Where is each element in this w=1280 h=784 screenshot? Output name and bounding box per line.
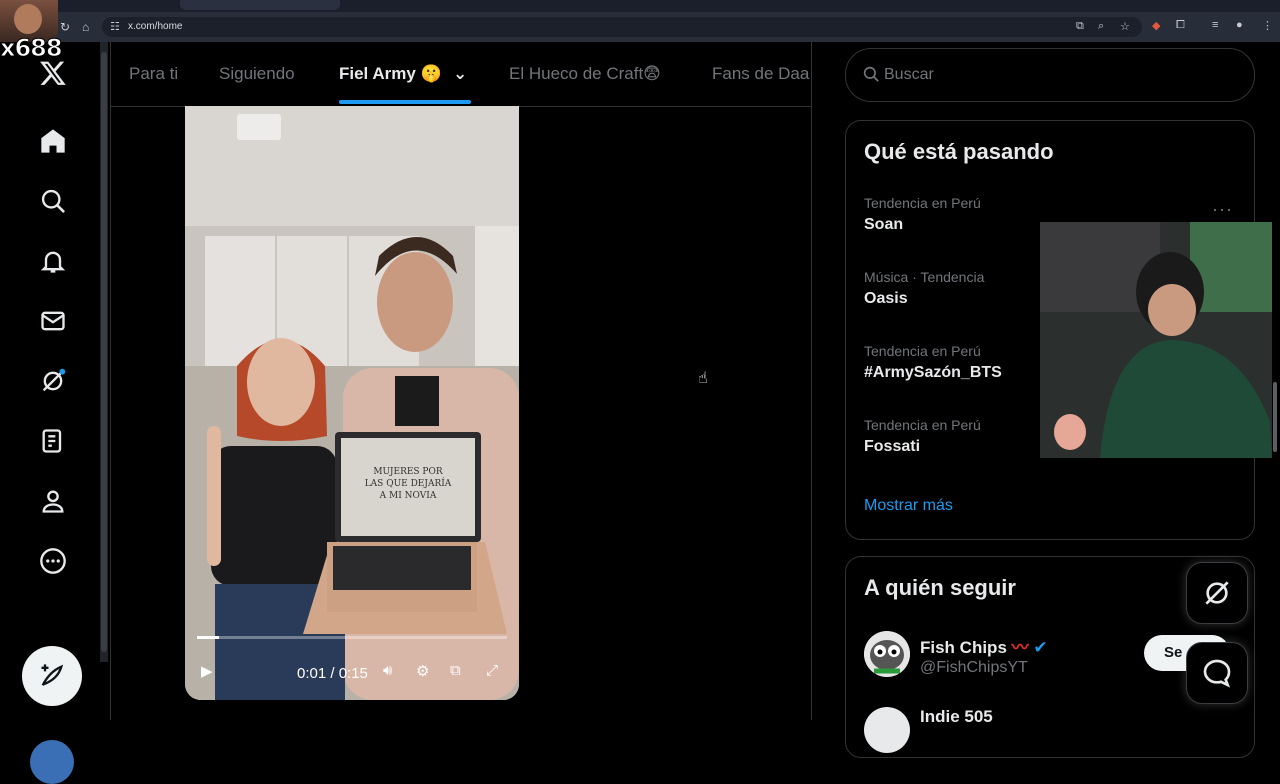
tab-fiel-army[interactable]: Fiel Army 🤫 <box>339 64 442 84</box>
search-icon <box>863 66 879 82</box>
profile-person-icon[interactable] <box>38 486 68 516</box>
chevron-down-icon[interactable]: ⌄ <box>453 64 467 84</box>
account-name[interactable]: Fish Chips 〰 ✔ <box>920 633 1048 658</box>
more-options-icon[interactable] <box>38 546 68 576</box>
browser-tabbar <box>0 0 1280 12</box>
sidebar-scrollbar[interactable] <box>100 42 108 662</box>
picture-in-picture-icon[interactable]: ⧉ <box>450 662 461 679</box>
profile-avatar-icon[interactable]: ● <box>1236 19 1243 31</box>
fullscreen-icon[interactable]: ⤢ <box>486 662 498 679</box>
zoom-icon[interactable]: ⌕ <box>1098 20 1104 33</box>
show-more-link[interactable]: Mostrar más <box>864 497 953 515</box>
chat-bubble-icon <box>1203 659 1231 688</box>
avatar[interactable] <box>864 707 910 753</box>
browser-tab[interactable] <box>180 0 340 10</box>
browser-menu-icon[interactable]: ⋮ <box>1262 19 1273 32</box>
tab-hueco-de-craft[interactable]: El Hueco de Craft😨 <box>509 64 661 84</box>
grok-icon <box>1205 581 1229 605</box>
volume-icon[interactable]: 🔊︎ <box>383 662 392 679</box>
site-info-icon[interactable]: ☷ <box>110 20 120 33</box>
lists-icon[interactable] <box>38 426 68 456</box>
avatar[interactable] <box>864 631 910 677</box>
address-bar: ↻ ⌂ ☷ x.com/home ⧉ ⌕ ☆ ◆ ⧠ ≡ ● ⋮ <box>0 12 1280 42</box>
bookmark-star-icon[interactable]: ☆ <box>1120 20 1130 33</box>
mouse-cursor-icon: ☝ <box>698 370 708 387</box>
url-field[interactable]: ☷ x.com/home ⧉ ⌕ ☆ <box>102 17 1142 37</box>
explore-search-icon[interactable] <box>38 186 68 216</box>
install-icon[interactable]: ⧉ <box>1076 20 1084 33</box>
home-nav-icon[interactable] <box>38 126 68 156</box>
home-icon[interactable]: ⌂ <box>82 20 89 34</box>
grok-float-button[interactable] <box>1186 562 1248 624</box>
svg-text:A MI NOVIA: A MI NOVIA <box>379 491 437 501</box>
video-progress-bar[interactable] <box>197 636 507 639</box>
trends-title: Qué está pasando <box>864 139 1054 164</box>
reload-icon[interactable]: ↻ <box>60 20 70 34</box>
messages-envelope-icon[interactable] <box>38 306 68 336</box>
extension-icon[interactable]: ◆ <box>1152 19 1160 32</box>
verified-badge-icon: ✔ <box>1033 638 1048 657</box>
media-icon[interactable]: ≡ <box>1212 19 1218 31</box>
x-logo-icon[interactable] <box>38 58 68 88</box>
active-tab-indicator <box>339 100 471 104</box>
fish-emoji-icon: 〰 <box>1011 638 1029 657</box>
grok-icon[interactable] <box>38 366 68 396</box>
extensions-puzzle-icon[interactable]: ⧠ <box>1176 19 1185 32</box>
notifications-bell-icon[interactable] <box>38 246 68 276</box>
svg-text:LAS QUE DEJARÍA: LAS QUE DEJARÍA <box>365 477 452 489</box>
tab-para-ti[interactable]: Para ti <box>129 64 178 84</box>
video-frame: MUJERES POR LAS QUE DEJARÍA A MI NOVIA <box>185 106 519 700</box>
compose-post-button[interactable] <box>22 646 82 706</box>
who-to-follow-title: A quién seguir <box>864 575 1016 600</box>
video-progress-fill <box>197 636 219 639</box>
tab-fans-de-daa[interactable]: Fans de Daa <box>712 64 809 84</box>
settings-gear-icon[interactable]: ⚙ <box>416 662 429 680</box>
feed-tabs: Para ti Siguiendo Fiel Army 🤫 ⌄ El Hueco… <box>111 42 811 107</box>
search-placeholder: Buscar <box>884 66 934 83</box>
account-avatar[interactable] <box>30 740 74 784</box>
svg-text:MUJERES POR: MUJERES POR <box>373 467 443 477</box>
trend-meta: Tendencia en Perú <box>864 195 981 211</box>
account-name[interactable]: Indie 505 <box>920 707 993 727</box>
tab-siguiendo[interactable]: Siguiendo <box>219 64 295 84</box>
feather-plus-icon <box>41 664 64 686</box>
streamer-name-overlay: x688 <box>0 34 63 63</box>
account-handle: @FishChipsYT <box>920 659 1028 676</box>
url-text: x.com/home <box>128 21 183 32</box>
messages-float-button[interactable] <box>1186 642 1248 704</box>
play-icon[interactable]: ▶ <box>201 662 213 680</box>
left-sidebar <box>0 42 110 784</box>
video-time: 0:01 / 0:15 <box>297 665 368 682</box>
video-player[interactable]: MUJERES POR LAS QUE DEJARÍA A MI NOVIA ▶… <box>185 106 519 700</box>
search-input[interactable]: Buscar <box>845 48 1255 102</box>
streamer-webcam <box>1040 222 1272 458</box>
